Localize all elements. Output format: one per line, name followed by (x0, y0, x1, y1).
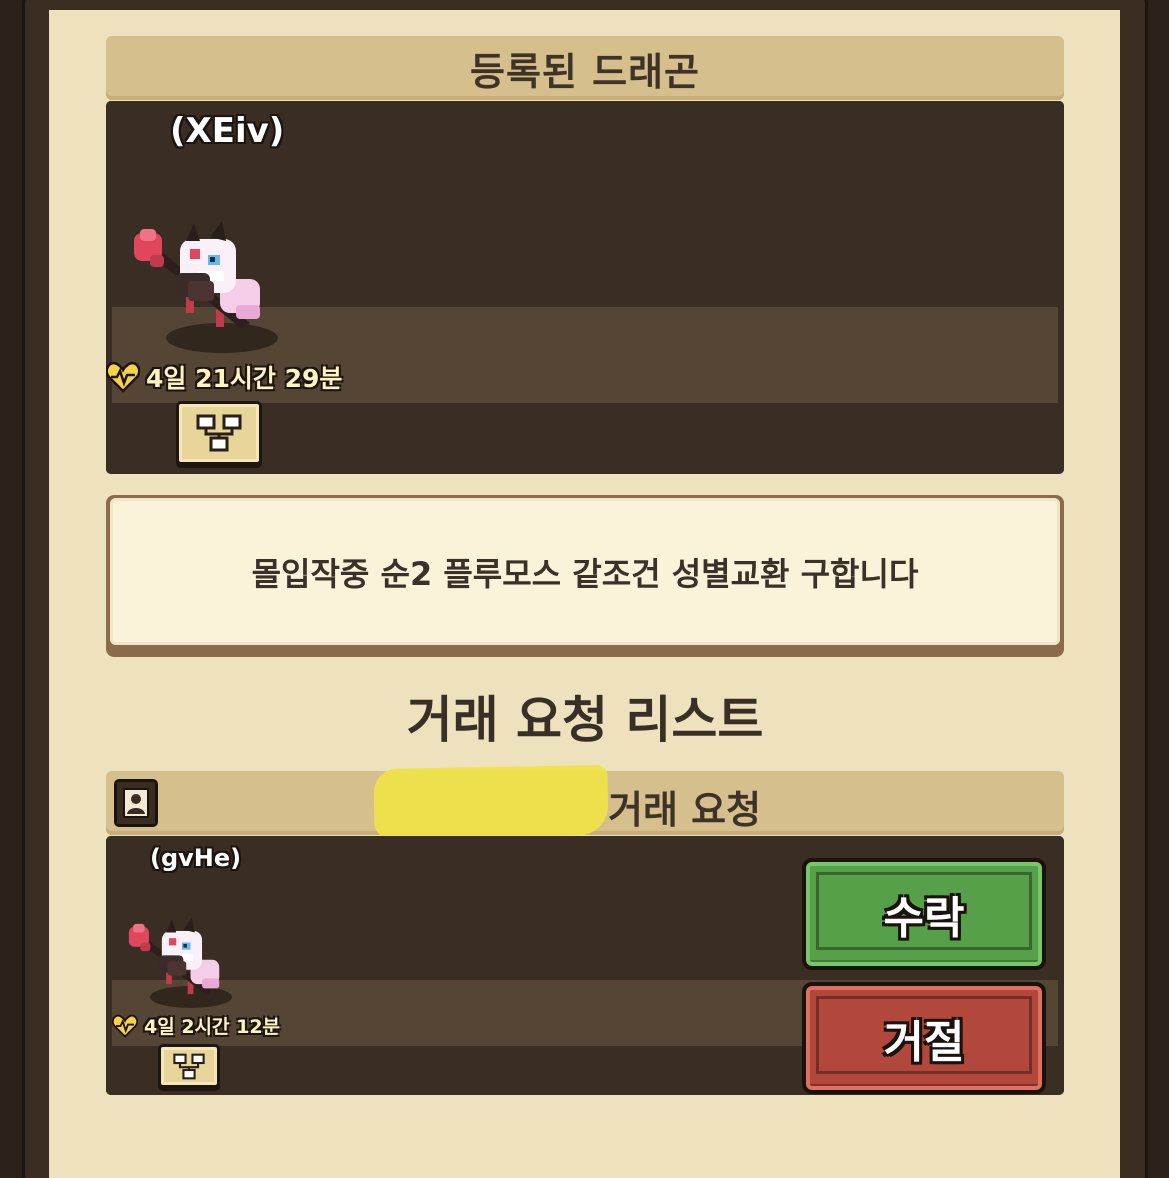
request-dragon-timer-text: 4일 2시간 12분 (144, 1016, 281, 1038)
accept-button[interactable]: 수락 (802, 858, 1046, 970)
registered-dragon-timer: 4일 21시간 29분 (106, 359, 342, 395)
request-dragon-timer: 4일 2시간 12분 (112, 1012, 280, 1039)
lineage-tree-button[interactable] (176, 401, 262, 465)
registered-dragon-header: 등록된 드래곤 (106, 36, 1064, 100)
requester-profile-button[interactable] (114, 779, 158, 827)
heart-pulse-icon (112, 1014, 138, 1038)
registered-dragon-timer-text: 4일 21시간 29분 (146, 364, 343, 393)
registered-dragon-stage: (XEiv) 4일 21시간 29분 (106, 101, 1064, 474)
tree-icon (196, 414, 242, 452)
trade-message-text: 몰입작중 순2 플루모스 같조건 성별교환 구합니다 (251, 554, 919, 593)
redacted-highlight (373, 764, 609, 840)
accept-button-label: 수락 (883, 893, 965, 944)
profile-icon (123, 788, 149, 818)
registered-dragon-name: (XEiv) (170, 111, 285, 151)
trade-message-inner: 몰입작중 순2 플루모스 같조건 성별교환 구합니다 (110, 498, 1060, 645)
tree-icon (173, 1053, 205, 1079)
registered-dragon-title: 등록된 드래곤 (470, 49, 700, 94)
reject-button-label: 거절 (883, 1017, 965, 1068)
request-dragon-name: (gvHe) (150, 844, 242, 872)
reject-button[interactable]: 거절 (802, 982, 1046, 1094)
heart-pulse-icon (106, 361, 140, 393)
trade-message-box: 몰입작중 순2 플루모스 같조건 성별교환 구합니다 (106, 495, 1064, 657)
request-header-bar: 거래 요청 (106, 764, 1064, 840)
request-lineage-tree-button[interactable] (158, 1044, 220, 1088)
request-list-title: 거래 요청 리스트 (406, 691, 764, 749)
request-label: 거래 요청 (608, 788, 762, 832)
request-dragon-sprite[interactable] (126, 916, 230, 1002)
dragon-sprite[interactable] (130, 219, 275, 337)
